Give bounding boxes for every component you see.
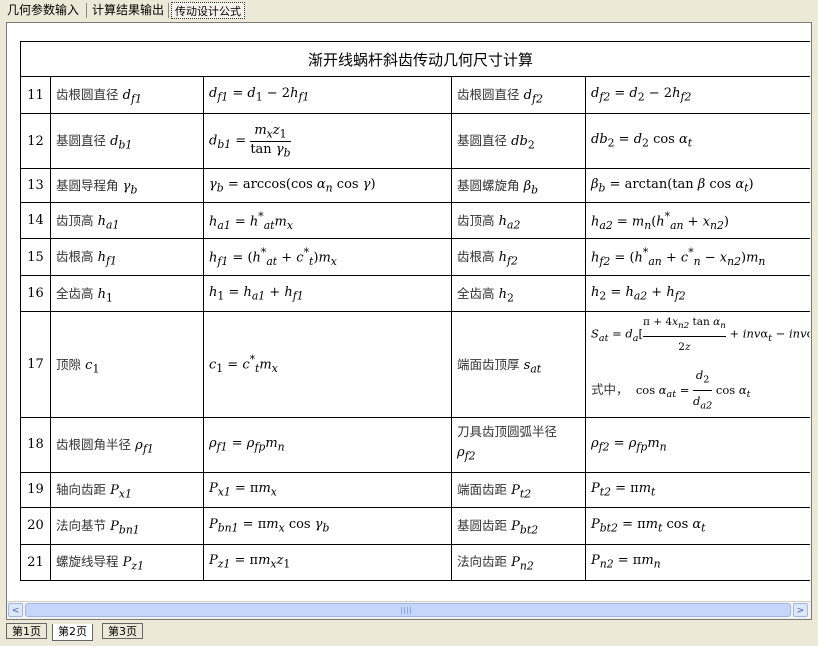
param-name: 齿根高 hf1: [50, 238, 204, 276]
table-row: 17 顶隙 c1 c1 = c*tmx 端面齿顶厚 sat Sat = da[π…: [20, 311, 810, 418]
scroll-right-button[interactable]: >: [793, 603, 808, 617]
param-formula: db1 = mxz1 tan γb: [203, 113, 452, 169]
param-formula: df2 = d2 − 2hf2: [585, 76, 810, 114]
param-formula: ha1 = h*atmx: [203, 202, 452, 239]
table-title: 渐开线蜗杆斜齿传动几何尺寸计算: [20, 41, 810, 77]
param-name: 基圆直径 db2: [451, 113, 586, 169]
param-name: 齿根高 hf2: [451, 238, 586, 276]
tab-divider: [168, 3, 169, 18]
param-name: 端面齿顶厚 sat: [451, 311, 586, 418]
param-name: 齿根圆直径 df1: [50, 76, 204, 114]
table-row: 12 基圆直径 db1 db1 = mxz1 tan γb 基圆直径 db2 db…: [20, 113, 810, 169]
param-name: 法向基节 Pbn1: [50, 506, 204, 545]
param-formula: γb = arccos(cos αn cos γ): [203, 168, 452, 203]
tab-geometry-input[interactable]: 几何参数输入: [4, 2, 82, 19]
param-formula: ρf2 = ρfpmn: [585, 416, 810, 473]
param-formula: Pn2 = πmn: [585, 543, 810, 581]
row-number: 18: [20, 416, 51, 473]
row-number: 11: [20, 76, 51, 114]
param-formula: h2 = ha2 + hf2: [585, 275, 810, 312]
param-name: 刀具齿顶圆弧半径 ρf2: [451, 416, 586, 473]
formula-sheet: 渐开线蜗杆斜齿传动几何尺寸计算 11 齿根圆直径 df1 df1 = d1 − …: [8, 24, 810, 602]
top-tab-bar: 几何参数输入 计算结果输出 传动设计公式: [0, 0, 818, 22]
param-name: 齿顶高 ha2: [451, 202, 586, 239]
param-name: 基圆导程角 γb: [50, 168, 204, 203]
param-formula: Pt2 = πmt: [585, 471, 810, 508]
grip-icon: [401, 607, 411, 614]
row-number: 17: [20, 311, 51, 418]
row-number: 20: [20, 506, 51, 545]
param-formula: Pbn1 = πmx cos γb: [203, 506, 452, 545]
row-number: 14: [20, 202, 51, 239]
tab-calc-output[interactable]: 计算结果输出: [89, 2, 167, 19]
row-number: 21: [20, 543, 51, 581]
param-formula: Pz1 = πmxz1: [203, 543, 452, 581]
param-name: 法向齿距 Pn2: [451, 543, 586, 581]
table-row: 16 全齿高 h1 h1 = ha1 + hf1 全齿高 h2 h2 = ha2…: [20, 275, 810, 312]
param-name: 端面齿距 Pt2: [451, 471, 586, 508]
table-row: 13 基圆导程角 γb γb = arccos(cos αn cos γ) 基圆…: [20, 168, 810, 203]
horizontal-scrollbar[interactable]: < >: [7, 601, 811, 619]
page-tab-3[interactable]: 第3页: [102, 623, 143, 639]
row-number: 13: [20, 168, 51, 203]
row-number: 15: [20, 238, 51, 276]
scroll-thumb[interactable]: [25, 603, 791, 617]
table-row: 18 齿根圆角半径 ρf1 ρf1 = ρfpmn 刀具齿顶圆弧半径 ρf2 ρf…: [20, 416, 810, 473]
page-tab-1[interactable]: 第1页: [6, 623, 47, 639]
param-formula: ha2 = mn(h*an + xn2): [585, 202, 810, 239]
scroll-left-button[interactable]: <: [8, 603, 23, 617]
param-name: 齿根圆角半径 ρf1: [50, 416, 204, 473]
table-row: 19 轴向齿距 Px1 Px1 = πmx 端面齿距 Pt2 Pt2 = πmt: [20, 471, 810, 508]
param-name: 顶隙 c1: [50, 311, 204, 418]
row-number: 19: [20, 471, 51, 508]
param-name: 基圆齿距 Pbt2: [451, 506, 586, 545]
table-row: 14 齿顶高 ha1 ha1 = h*atmx 齿顶高 ha2 ha2 = mn…: [20, 202, 810, 239]
param-formula: βb = arctan(tan β cos αt): [585, 168, 810, 203]
param-name: 全齿高 h1: [50, 275, 204, 312]
param-name: 齿根圆直径 df2: [451, 76, 586, 114]
table-row: 21 螺旋线导程 Pz1 Pz1 = πmxz1 法向齿距 Pn2 Pn2 = …: [20, 543, 810, 581]
param-name: 基圆螺旋角 βb: [451, 168, 586, 203]
page-tab-bar: 第1页 第2页 第3页: [0, 620, 818, 646]
param-formula: h1 = ha1 + hf1: [203, 275, 452, 312]
param-formula: c1 = c*tmx: [203, 311, 452, 418]
tab-design-formulas[interactable]: 传动设计公式: [171, 2, 245, 19]
param-formula: db2 = d2 cos αt: [585, 113, 810, 169]
param-formula: df1 = d1 − 2hf1: [203, 76, 452, 114]
param-name: 螺旋线导程 Pz1: [50, 543, 204, 581]
param-formula: ρf1 = ρfpmn: [203, 416, 452, 473]
sheet-frame: 渐开线蜗杆斜齿传动几何尺寸计算 11 齿根圆直径 df1 df1 = d1 − …: [6, 22, 812, 620]
table-row: 15 齿根高 hf1 hf1 = (h*at + c*t)mx 齿根高 hf2 …: [20, 238, 810, 276]
table-row: 11 齿根圆直径 df1 df1 = d1 − 2hf1 齿根圆直径 df2 d…: [20, 76, 810, 114]
table-row: 20 法向基节 Pbn1 Pbn1 = πmx cos γb 基圆齿距 Pbt2…: [20, 506, 810, 545]
param-formula: hf1 = (h*at + c*t)mx: [203, 238, 452, 276]
param-name: 全齿高 h2: [451, 275, 586, 312]
formula-table: 渐开线蜗杆斜齿传动几何尺寸计算 11 齿根圆直径 df1 df1 = d1 − …: [20, 41, 810, 581]
param-name: 轴向齿距 Px1: [50, 471, 204, 508]
param-formula: hf2 = (h*an + c*n − xn2)mn: [585, 238, 810, 276]
tab-divider: [86, 3, 87, 18]
param-formula: Px1 = πmx: [203, 471, 452, 508]
page-tab-2[interactable]: 第2页: [52, 624, 93, 641]
row-number: 16: [20, 275, 51, 312]
param-formula: Sat = da[π + 4xn2 tan αn 2z + invαt − inv…: [585, 311, 810, 418]
param-formula: Pbt2 = πmt cos αt: [585, 506, 810, 545]
row-number: 12: [20, 113, 51, 169]
param-name: 齿顶高 ha1: [50, 202, 204, 239]
param-name: 基圆直径 db1: [50, 113, 204, 169]
